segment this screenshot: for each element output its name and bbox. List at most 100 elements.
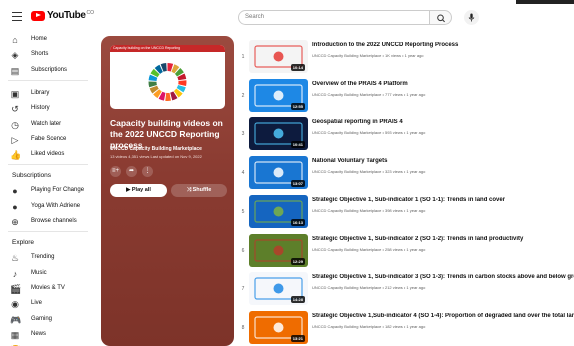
save-playlist-button[interactable]: ≡+ bbox=[110, 166, 121, 177]
video-title[interactable]: National Voluntary Targets bbox=[312, 158, 574, 164]
video-thumbnail[interactable]: 16:13 bbox=[249, 194, 308, 228]
video-title[interactable]: Strategic Objective 1, Sub-indicator 3 (… bbox=[312, 274, 574, 280]
playlist-video-row[interactable]: 3 10:41 Geospatial reporting in PRAIS 4 UNC… bbox=[238, 115, 574, 151]
sidebar-item-music[interactable]: ♪ Music bbox=[0, 266, 95, 282]
playlist-stats: 13 videos 4,351 views Last updated on No… bbox=[110, 154, 202, 159]
video-index: 2 bbox=[241, 92, 245, 99]
more-actions-button[interactable]: ⋮ bbox=[142, 166, 153, 177]
live-icon: ◉ bbox=[11, 299, 19, 310]
sidebar-item-label: Music bbox=[31, 269, 47, 276]
sidebar-item-shorts[interactable]: ◈ Shorts bbox=[0, 47, 95, 63]
sidebar-item-history[interactable]: ↺ History bbox=[0, 101, 95, 117]
video-meta: UNCCD Capacity Building Marketplace • 39… bbox=[312, 207, 426, 213]
sidebar-item-live[interactable]: ◉ Live bbox=[0, 296, 95, 312]
share-button[interactable]: ➦ bbox=[126, 166, 137, 177]
video-duration: 13:07 bbox=[290, 180, 305, 188]
sidebar-item-label: Watch later bbox=[31, 120, 62, 127]
wheel-segment bbox=[165, 92, 171, 101]
sidebar-item-label: Fabe Scence bbox=[31, 135, 67, 142]
video-thumbnail[interactable]: 13:07 bbox=[249, 156, 308, 190]
video-meta: UNCCD Capacity Building Marketplace • 32… bbox=[312, 169, 426, 175]
sidebar-divider bbox=[8, 164, 88, 166]
menu-icon[interactable] bbox=[12, 12, 22, 21]
sidebar-item-sports[interactable]: 🏆Sports bbox=[0, 342, 95, 346]
top-bar: YouTube CO Search bbox=[0, 0, 574, 34]
video-index: 7 bbox=[241, 286, 245, 293]
sidebar-item-subscriptions[interactable]: ▤ Subscriptions bbox=[0, 63, 95, 79]
video-duration: 14:28 bbox=[290, 296, 305, 304]
playlist-video-row[interactable]: 5 16:13 Strategic Objective 1, Sub-indicat… bbox=[238, 193, 574, 229]
video-title[interactable]: Overview of the PRAIS 4 Platform bbox=[312, 81, 574, 87]
search-input[interactable]: Search bbox=[238, 10, 430, 25]
video-title[interactable]: Strategic Objective 1, Sub-indicator 1 (… bbox=[312, 197, 574, 203]
playlist-thumbnail[interactable]: Capacity building on the UNCCD Reporting bbox=[110, 45, 225, 109]
voice-search-button[interactable] bbox=[464, 10, 479, 25]
video-title[interactable]: Strategic Objective 1, Sub-indicator 2 (… bbox=[312, 236, 574, 242]
sidebar-item-library[interactable]: ▣ Library bbox=[0, 86, 95, 102]
sidebar-item-liked-videos[interactable]: 👍 Liked videos bbox=[0, 147, 95, 163]
playlist-video-row[interactable]: 1 10:14 Introduction to the 2022 UNCCD Rep… bbox=[238, 38, 574, 74]
playlist-video-row[interactable]: 4 13:07 National Voluntary Targets UNCCD Ca… bbox=[238, 154, 574, 190]
playlist-video-row[interactable]: 6 12:29 Strategic Objective 1, Sub-indicat… bbox=[238, 232, 574, 268]
sidebar-item-movies-tv[interactable]: 🎬 Movies & TV bbox=[0, 281, 95, 297]
sidebar-item-playing-for-change[interactable]: ● Playing For Change bbox=[0, 183, 95, 199]
sidebar-item-label: History bbox=[31, 105, 50, 112]
youtube-logo-icon bbox=[31, 10, 45, 21]
sidebar-item-browse-channels[interactable]: ⊕ Browse channels bbox=[0, 214, 95, 230]
search-icon bbox=[437, 14, 445, 23]
play-all-label: Play all bbox=[131, 187, 151, 193]
video-duration: 10:41 bbox=[290, 141, 305, 149]
playlist-channel[interactable]: UNCCD Capacity Building Marketplace bbox=[110, 146, 202, 152]
sidebar-item-watch-later[interactable]: ◷ Watch later bbox=[0, 117, 95, 133]
video-meta: UNCCD Capacity Building Marketplace • 21… bbox=[312, 285, 426, 291]
playlist-video-row[interactable]: 7 14:28 Strategic Objective 1, Sub-indicat… bbox=[238, 270, 574, 306]
sidebar-item-label: Yoga With Adriene bbox=[31, 202, 81, 209]
video-title[interactable]: Geospatial reporting in PRAIS 4 bbox=[312, 119, 574, 125]
video-thumbnail[interactable]: 10:14 bbox=[249, 40, 308, 73]
video-index: 8 bbox=[241, 324, 245, 331]
more-vert-icon: ⋮ bbox=[144, 168, 151, 174]
news-icon: ▦ bbox=[10, 329, 20, 340]
video-title[interactable]: Introduction to the 2022 UNCCD Reporting… bbox=[312, 42, 574, 48]
shuffle-button[interactable]: ⤨ Shuffle bbox=[171, 184, 227, 197]
channel-avatar-icon: ● bbox=[12, 186, 18, 197]
video-thumbnail[interactable]: 10:41 bbox=[249, 117, 308, 151]
playlist-video-row[interactable]: 2 12:55 Overview of the PRAIS 4 Platform UN… bbox=[238, 77, 574, 113]
video-index: 6 bbox=[241, 247, 245, 254]
sidebar-item-label: Home bbox=[31, 36, 48, 42]
video-thumbnail[interactable]: 12:29 bbox=[249, 233, 308, 267]
youtube-playlist-page: YouTube CO Search ⌂ Home ◈ Shorts ▤ Subscript… bbox=[0, 0, 574, 346]
playlist-video-row[interactable]: 8 13:21 Strategic Objective 1,Sub-indicato… bbox=[238, 309, 574, 345]
video-duration: 12:55 bbox=[290, 102, 305, 110]
play-all-button[interactable]: ▶ Play all bbox=[110, 184, 167, 197]
video-duration: 10:14 bbox=[290, 64, 305, 71]
sidebar-item-label: Live bbox=[31, 300, 43, 307]
like-icon: 👍 bbox=[10, 150, 22, 161]
your-videos-icon: ▷ bbox=[11, 134, 19, 145]
sidebar-item-fabe-scence[interactable]: ▷ Fabe Scence bbox=[0, 132, 95, 148]
sidebar-item-label: Movies & TV bbox=[31, 284, 65, 291]
sidebar-item-label: Trending bbox=[31, 254, 55, 261]
thumbnail-caption: Capacity building on the UNCCD Reporting bbox=[113, 46, 181, 50]
video-thumbnail[interactable]: 14:28 bbox=[249, 272, 308, 306]
video-duration: 13:21 bbox=[290, 334, 305, 342]
video-meta: UNCCD Capacity Building Marketplace • 1K… bbox=[312, 53, 424, 58]
video-meta: UNCCD Capacity Building Marketplace • 25… bbox=[312, 246, 426, 252]
sidebar-item-label: Shorts bbox=[31, 51, 49, 58]
sidebar-item-news[interactable]: ▦ News bbox=[0, 327, 95, 343]
home-icon: ⌂ bbox=[12, 35, 18, 45]
sidebar-item-trending[interactable]: ♨ Trending bbox=[0, 250, 95, 266]
video-title[interactable]: Strategic Objective 1,Sub-indicator 4 (S… bbox=[312, 313, 574, 319]
sidebar-item-home[interactable]: ⌂ Home bbox=[0, 32, 95, 48]
shuffle-label: Shuffle bbox=[192, 187, 212, 193]
sidebar-item-label: Library bbox=[31, 89, 50, 96]
video-thumbnail[interactable]: 12:55 bbox=[249, 78, 308, 112]
search-button[interactable] bbox=[430, 10, 452, 25]
mic-icon bbox=[468, 13, 475, 22]
gaming-icon: 🎮 bbox=[10, 314, 22, 325]
youtube-logo[interactable]: YouTube CO bbox=[31, 10, 94, 21]
sidebar-item-yoga-with-adriene[interactable]: ● Yoga With Adriene bbox=[0, 199, 95, 215]
video-meta: UNCCD Capacity Building Marketplace • 59… bbox=[312, 130, 426, 136]
sidebar-item-gaming[interactable]: 🎮 Gaming bbox=[0, 312, 95, 328]
video-thumbnail[interactable]: 13:21 bbox=[249, 310, 308, 344]
